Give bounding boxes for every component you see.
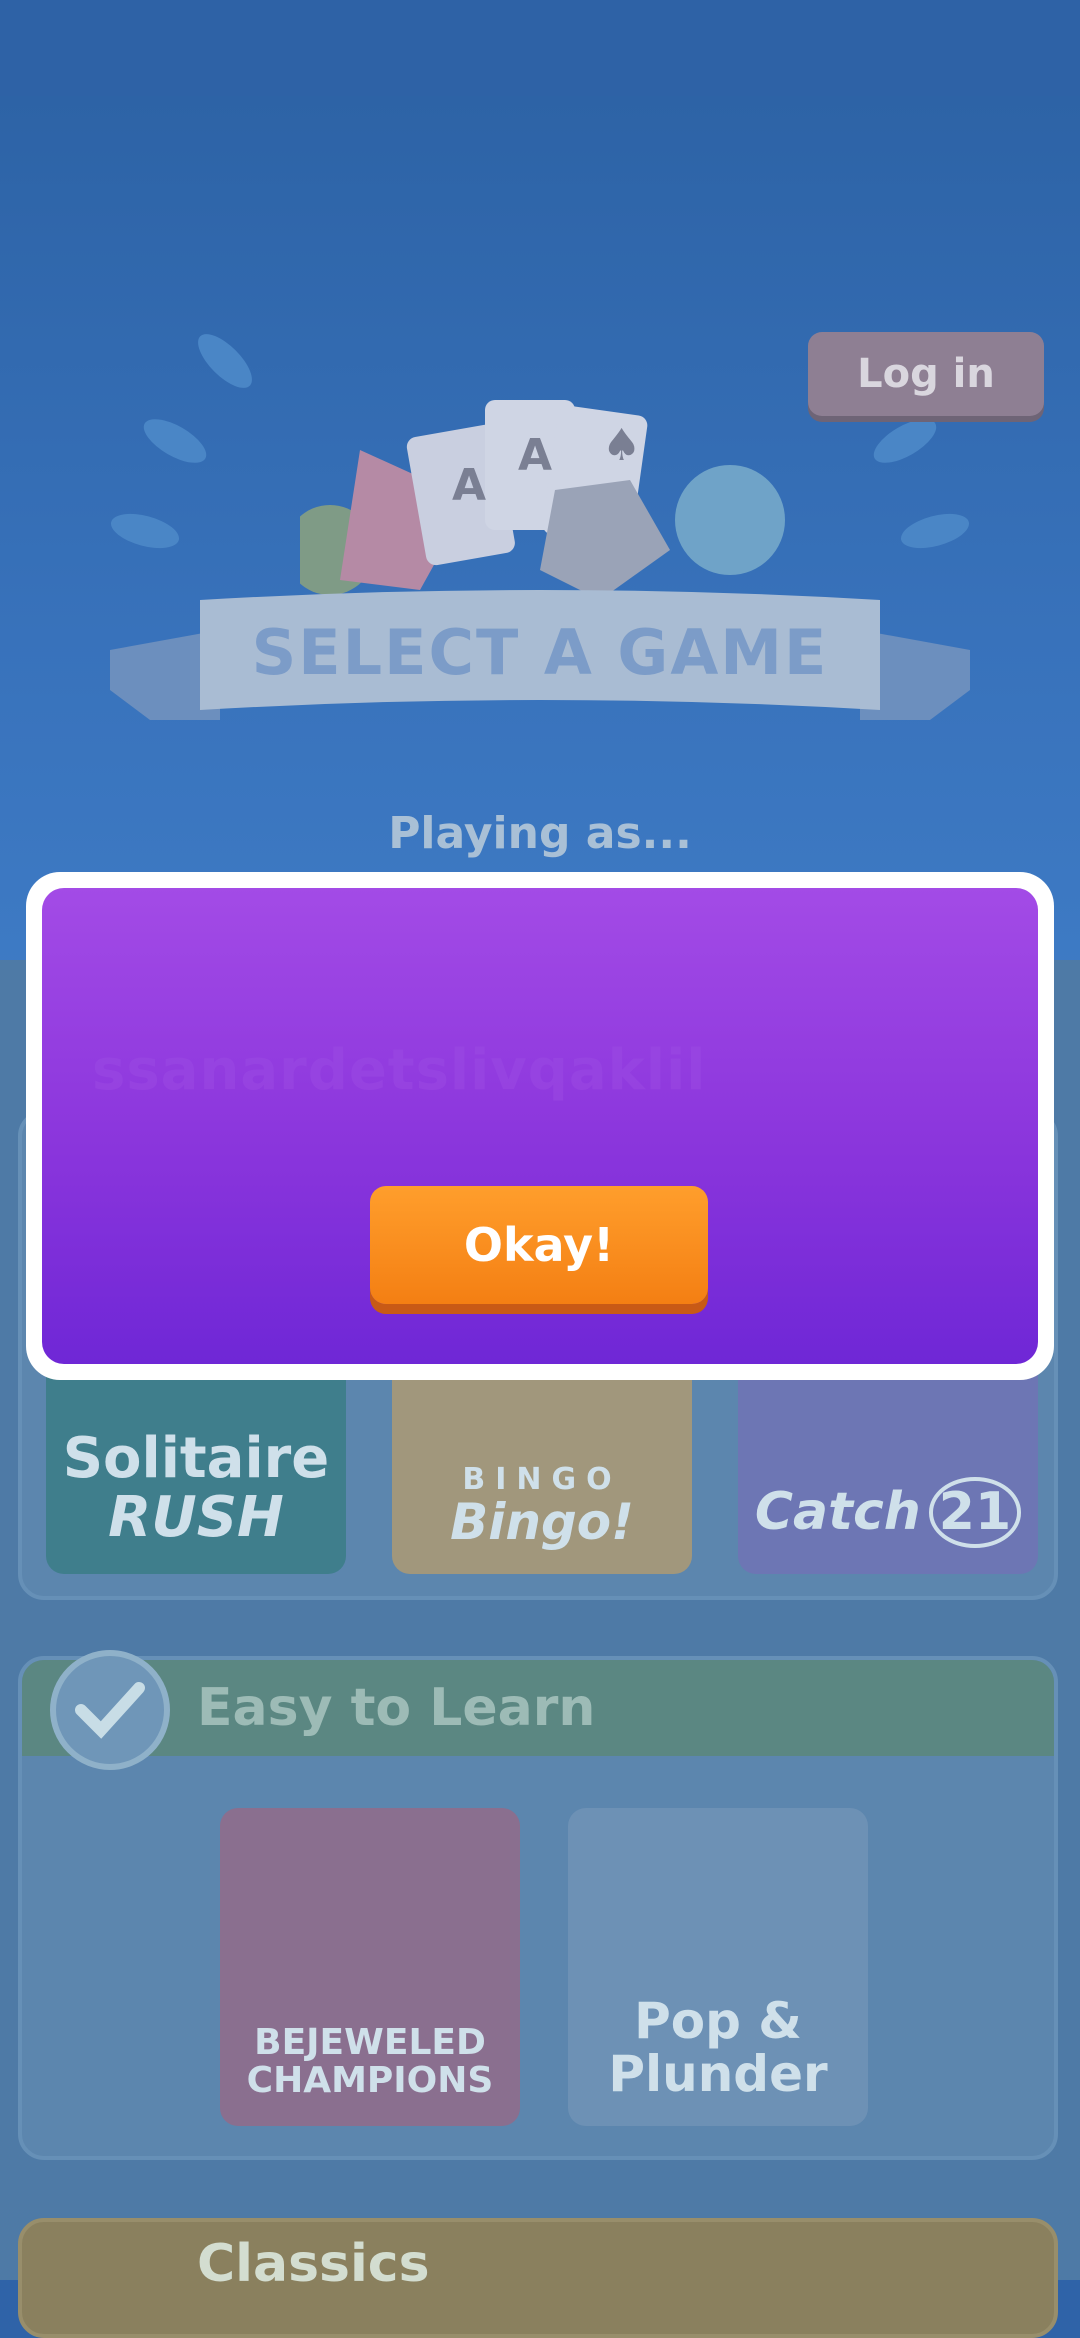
message-dialog: ssanardetslivqaklil Okay!: [26, 872, 1054, 1380]
okay-button[interactable]: Okay!: [370, 1186, 708, 1304]
okay-label: Okay!: [463, 1218, 615, 1272]
dialog-body: ssanardetslivqaklil Okay!: [42, 888, 1038, 1364]
dialog-message: ssanardetslivqaklil: [92, 1038, 707, 1103]
